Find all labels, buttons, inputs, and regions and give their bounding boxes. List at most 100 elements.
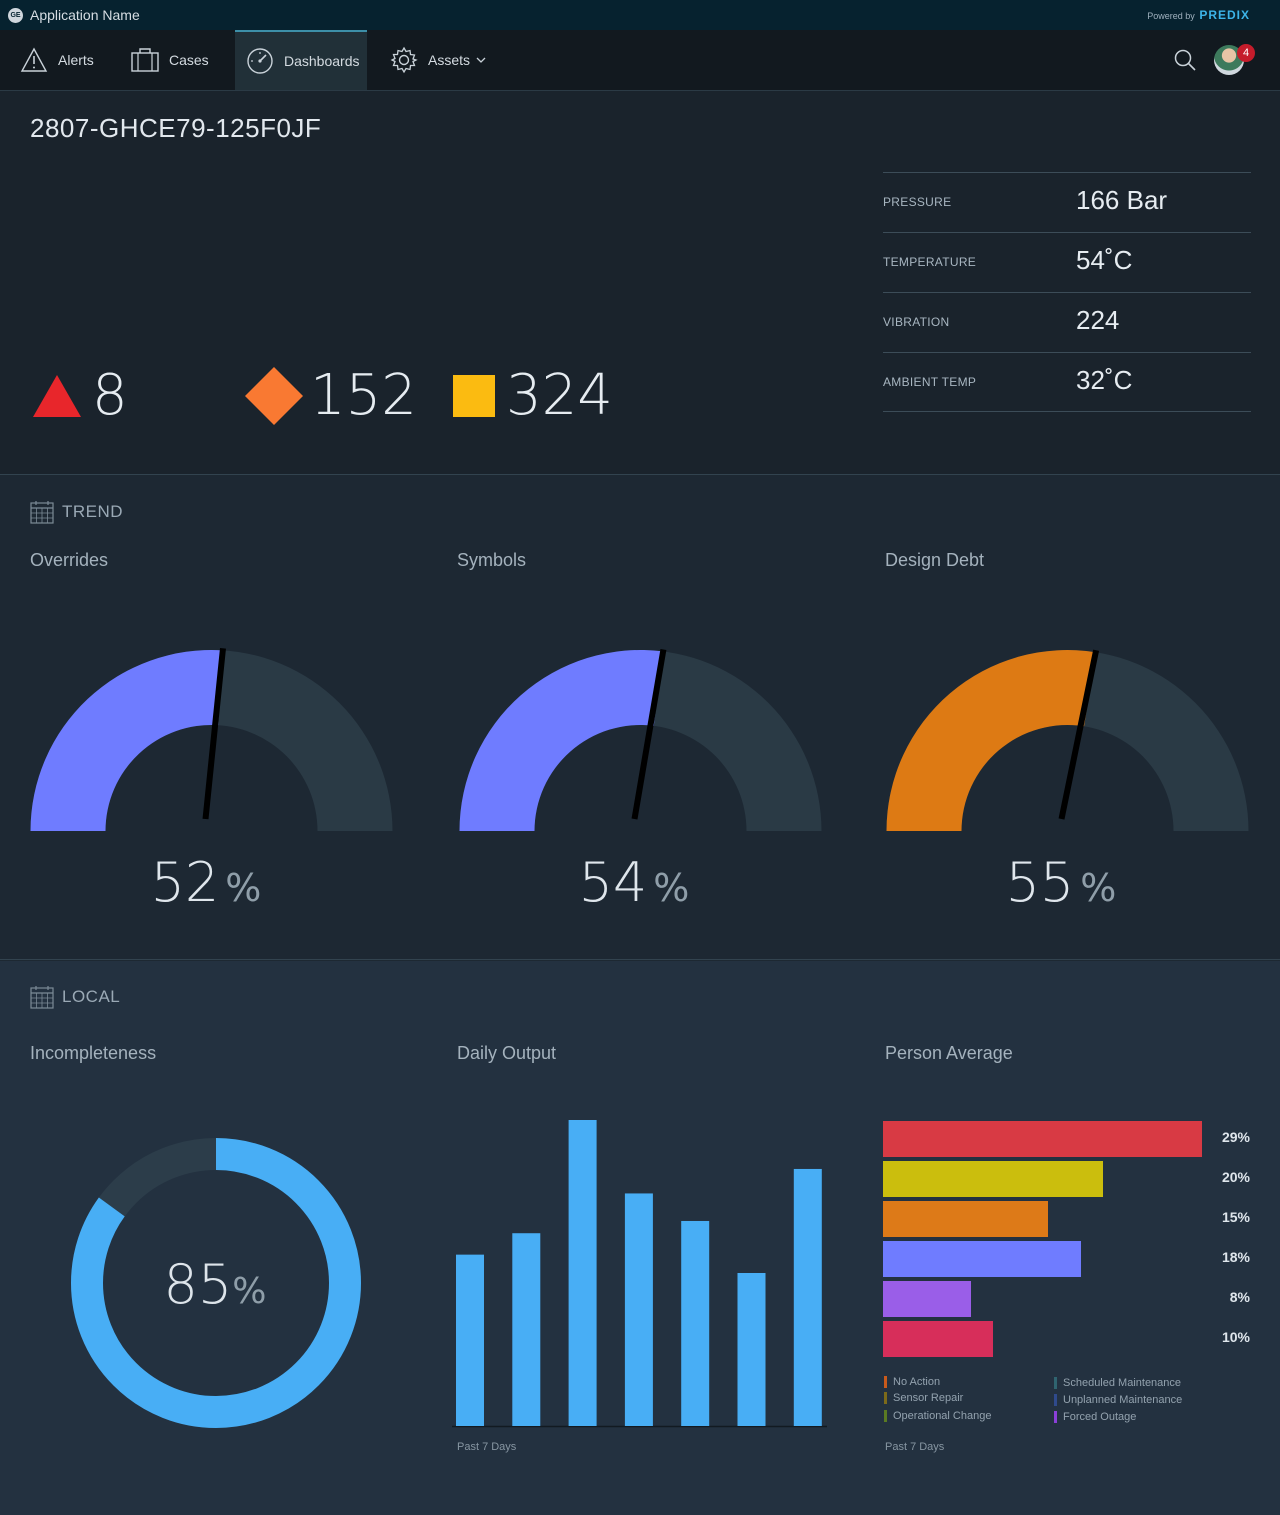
dashboard-gauge-icon (247, 48, 273, 74)
daily-output-bar (737, 1273, 766, 1426)
legend-label: No Action (893, 1376, 941, 1388)
legend-swatch (1054, 1394, 1057, 1406)
gauge-title-symbols: Symbols (457, 550, 527, 570)
gauge-value-symbols: 54% (453, 851, 815, 914)
legend-label: Operational Change (893, 1410, 992, 1422)
nav-dashboards[interactable]: Dashboards (235, 30, 367, 90)
gauge-title-overrides: Overrides (30, 550, 109, 570)
reading-label: PRESSURE (883, 195, 952, 209)
legend-swatch (1054, 1377, 1057, 1389)
nav-alerts-label: Alerts (58, 52, 94, 68)
daily-output-bar (512, 1233, 541, 1426)
notification-badge[interactable]: 4 (1237, 44, 1255, 62)
reading-value: 166 Bar (1076, 185, 1168, 215)
reading-row: VIBRATION 224 (883, 292, 1251, 352)
legend-item: Operational Change (884, 1409, 991, 1423)
legend-swatch (884, 1392, 887, 1404)
stat-warning-value: 152 (310, 363, 417, 428)
gauge-design-debt (886, 649, 1249, 831)
person-average-title: Person Average (885, 1043, 1013, 1063)
legend-swatch (1054, 1411, 1057, 1423)
briefcase-icon (131, 48, 159, 72)
daily-output-bar (568, 1120, 597, 1426)
stat-warning: 152 (244, 363, 417, 428)
legend-swatch (884, 1376, 887, 1388)
alert-triangle-icon (20, 47, 48, 72)
incompleteness-title: Incompleteness (30, 1043, 157, 1063)
gauge-value-overrides: 52% (25, 851, 387, 914)
triangle-icon (33, 374, 81, 417)
gauge-fill (459, 650, 664, 831)
gauge-unit: % (1080, 866, 1117, 910)
stat-critical-value: 8 (92, 363, 128, 428)
person-average-value-label: 10% (1221, 1329, 1250, 1345)
gauge-unit: % (653, 866, 690, 910)
person-average-bar (883, 1201, 1048, 1237)
legend-label: Forced Outage (1063, 1411, 1137, 1423)
local-title-label: LOCAL (62, 987, 121, 1006)
nav-alerts[interactable]: Alerts (20, 30, 94, 90)
nav-assets-label: Assets (428, 52, 471, 68)
gauge-symbols (459, 648, 822, 831)
legend-item: Scheduled Maintenance (1054, 1376, 1181, 1390)
daily-output-bar (681, 1220, 710, 1426)
person-average-bar (883, 1121, 1202, 1157)
gauge-overrides (30, 648, 393, 831)
daily-output-bar (456, 1254, 484, 1426)
local-section: LOCAL Incompleteness Daily Output Person… (0, 961, 1280, 1515)
legend-label: Sensor Repair (893, 1392, 964, 1404)
daily-output-title: Daily Output (457, 1043, 557, 1063)
calendar-grid-icon (30, 986, 54, 1009)
stat-info-value: 324 (506, 363, 613, 428)
legend-swatch (884, 1410, 887, 1422)
chevron-down-icon (476, 57, 486, 63)
calendar-grid-icon (30, 501, 54, 524)
donut-number: 85 (163, 1253, 233, 1316)
search-icon[interactable] (1174, 49, 1196, 71)
nav-dashboards-label: Dashboards (284, 53, 360, 69)
reading-row: TEMPERATURE 54˚C (883, 232, 1251, 292)
person-average-chart (883, 1121, 1202, 1357)
person-average-value-label: 18% (1221, 1249, 1250, 1265)
readings-table: PRESSURE 166 Bar TEMPERATURE 54˚C VIBRAT… (883, 172, 1251, 412)
trend-section-title: TREND (30, 500, 123, 524)
diamond-icon (245, 366, 303, 425)
reading-label: TEMPERATURE (883, 255, 977, 269)
legend-item: No Action (884, 1375, 940, 1389)
gear-icon (390, 46, 418, 74)
daily-output-bar (624, 1193, 653, 1426)
gauge-title-design-debt: Design Debt (885, 550, 985, 570)
main-nav: Alerts Cases Dashboards Assets 4 (0, 30, 1280, 91)
reading-label: VIBRATION (883, 315, 950, 329)
person-average-caption: Past 7 Days (885, 1441, 945, 1453)
gauge-value-design-debt: 55% (880, 851, 1242, 914)
legend-item: Sensor Repair (884, 1391, 963, 1405)
person-average-value-label: 15% (1221, 1209, 1250, 1225)
legend-item: Forced Outage (1054, 1410, 1136, 1424)
stat-info: 324 (452, 363, 613, 428)
reading-row: AMBIENT TEMP 32˚C (883, 352, 1251, 412)
powered-by-label: Powered by (1147, 11, 1195, 21)
gauge-fill (30, 650, 223, 831)
reading-value: 32˚C (1076, 365, 1133, 395)
nav-assets[interactable]: Assets (390, 30, 486, 90)
person-average-value-label: 29% (1221, 1129, 1250, 1145)
person-average-bar (883, 1161, 1103, 1197)
person-average-bar (883, 1281, 971, 1317)
person-average-bar (883, 1241, 1081, 1277)
daily-output-bar (793, 1168, 822, 1426)
predix-brand: PREDIX (1199, 8, 1250, 22)
person-average-legend: No Action Sensor Repair Operational Chan… (884, 1375, 1214, 1425)
nav-cases[interactable]: Cases (131, 30, 209, 90)
incompleteness-value: 85% (70, 1253, 360, 1316)
trend-title-label: TREND (62, 502, 124, 521)
asset-summary: 2807-GHCE79-125F0JF 8 152 324 PRESSURE 1… (0, 91, 1280, 475)
nav-cases-label: Cases (169, 52, 209, 68)
legend-label: Unplanned Maintenance (1063, 1394, 1183, 1406)
powered-by: Powered by PREDIX (1147, 8, 1250, 22)
square-icon (453, 374, 495, 417)
title-bar: GE Application Name Powered by PREDIX (0, 0, 1280, 30)
ge-logo-icon: GE (8, 7, 23, 23)
donut-unit: % (232, 1271, 267, 1312)
daily-output-caption: Past 7 Days (457, 1441, 517, 1453)
